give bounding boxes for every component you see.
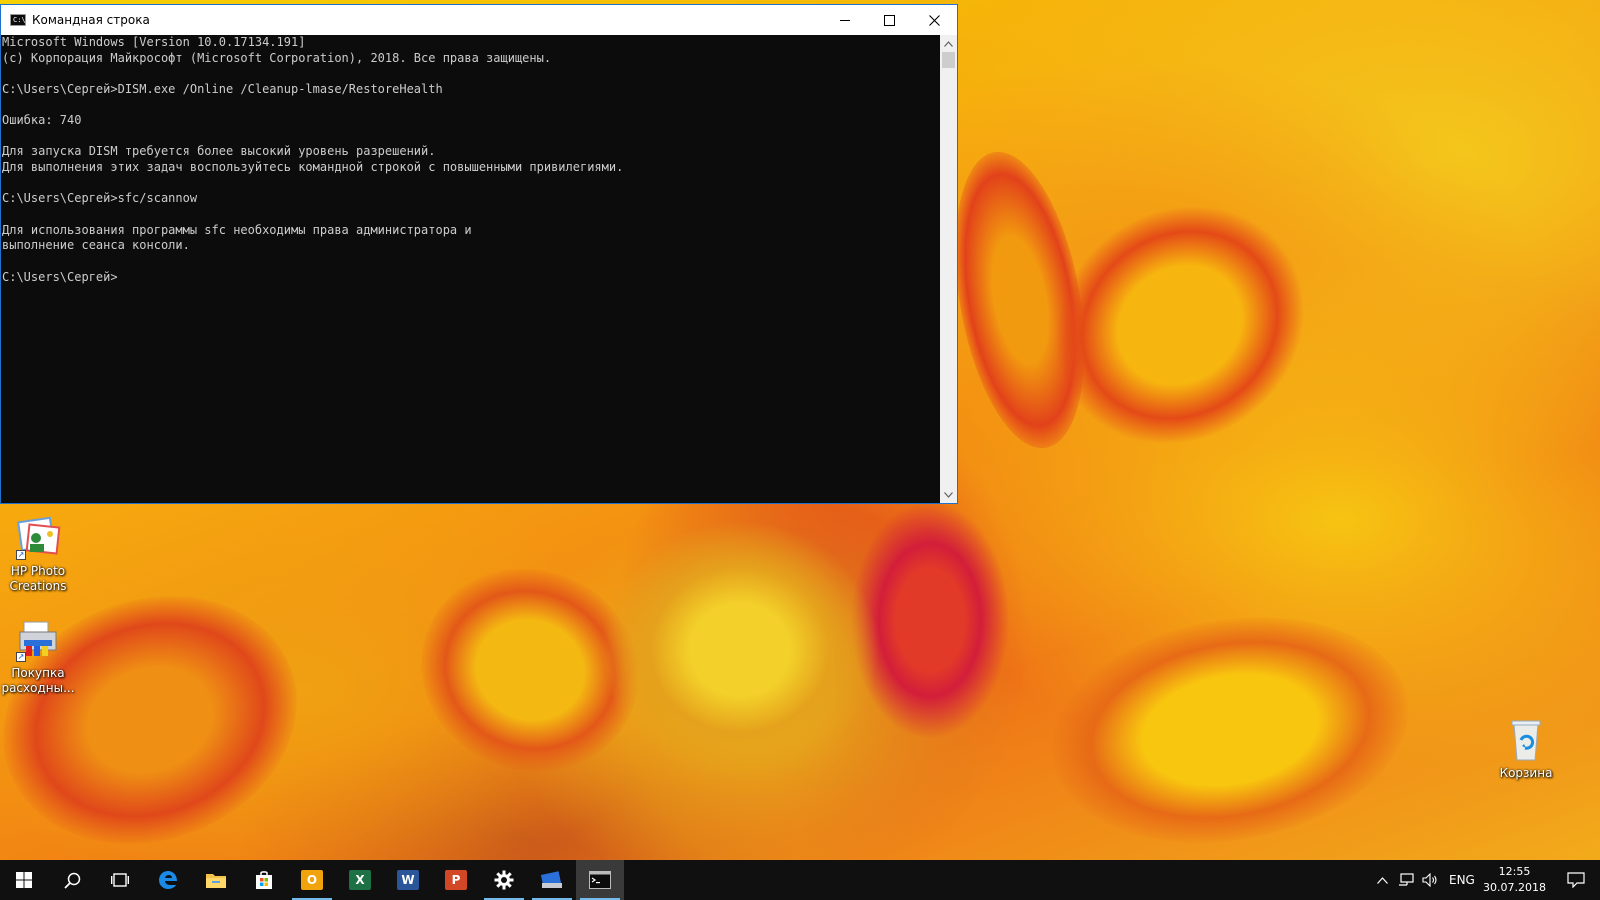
task-view-icon	[111, 873, 129, 887]
minimize-button[interactable]	[822, 5, 867, 35]
folder-icon	[206, 874, 226, 888]
recycle-bin-icon	[1502, 716, 1550, 764]
close-icon	[929, 14, 940, 26]
scroll-thumb[interactable]	[942, 52, 955, 68]
wallpaper-petal	[934, 141, 1106, 459]
desktop-icon-hp-photo-creations[interactable]: ↗ HP Photo Creations	[0, 514, 76, 594]
printer-supplies-icon: ↗	[14, 616, 62, 664]
console-line: Для выполнения этих задач воспользуйтесь…	[2, 160, 624, 175]
taskbar-word[interactable]: W	[384, 860, 432, 900]
powerpoint-icon: P	[445, 870, 467, 890]
title-bar[interactable]: C:\ Командная строка	[1, 5, 957, 35]
show-hidden-icons-button[interactable]	[1370, 860, 1394, 900]
console-line: C:\Users\Сергей>sfc/scannow	[2, 191, 198, 206]
gear-icon	[494, 870, 514, 890]
console-line: выполнение сеанса консоли.	[2, 238, 190, 253]
shortcut-arrow-icon: ↗	[16, 652, 26, 662]
wallpaper-petal	[850, 500, 1010, 740]
taskbar-store[interactable]	[240, 860, 288, 900]
console-line: Ошибка: 740	[2, 113, 82, 128]
console-line: C:\Users\Сергей>DISM.exe /Online /Cleanu…	[2, 81, 443, 96]
taskbar-hp-app[interactable]	[528, 860, 576, 900]
minimize-icon	[839, 19, 850, 21]
maximize-icon	[884, 14, 895, 26]
scroll-down-button[interactable]	[940, 486, 957, 503]
command-prompt-window[interactable]: C:\ Командная строка Microsoft Windows […	[0, 4, 958, 504]
desktop-icon-label: расходны...	[1, 681, 75, 695]
excel-icon: X	[349, 870, 371, 890]
window-title: Командная строка	[32, 13, 150, 27]
network-icon	[1399, 873, 1414, 886]
search-icon	[63, 872, 80, 889]
console-app-icon: C:\	[10, 14, 26, 26]
language-indicator[interactable]: ENG	[1449, 873, 1475, 887]
console-line: Для запуска DISM требуется более высокий…	[2, 144, 436, 159]
desktop-icon-label: Покупка	[11, 666, 65, 680]
wallpaper-petal	[0, 555, 332, 885]
close-button[interactable]	[912, 5, 957, 35]
wallpaper-petal	[1033, 590, 1427, 870]
taskbar-edge[interactable]	[144, 860, 192, 900]
taskbar: O X W P ENG 12:55 30.07.2018	[0, 860, 1600, 900]
taskbar-outlook[interactable]: O	[288, 860, 336, 900]
wallpaper-petal	[392, 538, 668, 802]
chevron-down-icon	[944, 491, 953, 498]
start-button[interactable]	[0, 860, 48, 900]
store-bag-icon	[256, 871, 272, 889]
search-button[interactable]	[48, 860, 96, 900]
network-status[interactable]	[1394, 860, 1418, 900]
speaker-icon	[1422, 873, 1437, 887]
outlook-icon: O	[301, 870, 323, 890]
taskbar-command-prompt[interactable]	[576, 860, 624, 900]
console-line: Для использования программы sfc необходи…	[2, 222, 472, 237]
desktop-icon-label: Корзина	[1499, 766, 1553, 780]
task-view-button[interactable]	[96, 860, 144, 900]
word-icon: W	[397, 870, 419, 890]
hp-photo-creations-icon: ↗	[14, 514, 62, 562]
taskbar-settings[interactable]	[480, 860, 528, 900]
volume-control[interactable]	[1418, 860, 1442, 900]
chevron-up-icon	[944, 40, 953, 47]
windows-logo-icon	[16, 872, 32, 888]
desktop-icon-recycle-bin[interactable]: Корзина	[1488, 716, 1564, 781]
action-center-button[interactable]	[1552, 860, 1600, 900]
clock-time: 12:55	[1498, 865, 1531, 878]
wallpaper-petal	[600, 520, 880, 780]
console-line: Microsoft Windows [Version 10.0.17134.19…	[2, 35, 306, 49]
console-line: (с) Корпорация Майкрософт (Microsoft Cor…	[2, 50, 552, 65]
notification-icon	[1567, 872, 1585, 888]
taskbar-excel[interactable]: X	[336, 860, 384, 900]
desktop-icon-buy-supplies[interactable]: ↗ Покупка расходны...	[0, 616, 76, 696]
console-line: C:\Users\Сергей>	[2, 269, 118, 284]
taskbar-powerpoint[interactable]: P	[432, 860, 480, 900]
desktop-icon-label: HP Photo	[10, 564, 66, 578]
chevron-up-icon	[1376, 876, 1388, 884]
shortcut-arrow-icon: ↗	[16, 550, 26, 560]
scroll-up-button[interactable]	[940, 35, 957, 52]
vertical-scrollbar[interactable]	[940, 35, 957, 503]
wallpaper-petal	[1007, 156, 1353, 494]
desktop-icon-label: Creations	[9, 579, 67, 593]
hp-scanner-icon	[540, 871, 562, 888]
taskbar-file-explorer[interactable]	[192, 860, 240, 900]
maximize-button[interactable]	[867, 5, 912, 35]
edge-icon	[159, 871, 177, 889]
console-output[interactable]: Microsoft Windows [Version 10.0.17134.19…	[1, 35, 940, 503]
clock[interactable]: 12:55 30.07.2018	[1483, 864, 1546, 896]
clock-date: 30.07.2018	[1483, 881, 1546, 894]
console-icon	[589, 871, 611, 889]
